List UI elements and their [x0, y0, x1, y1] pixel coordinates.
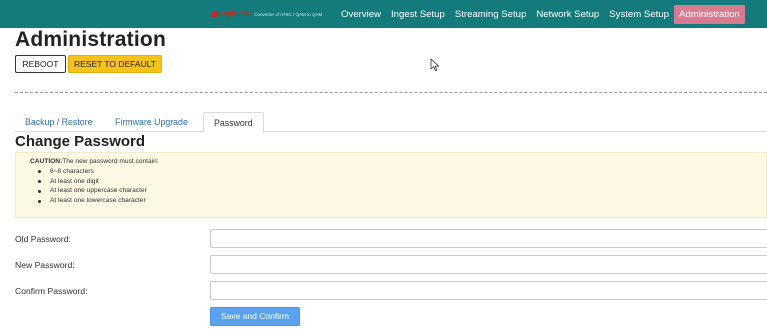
caution-heading: CAUTION:The new password must contain: — [30, 157, 766, 167]
confirm-password-input[interactable] — [210, 281, 767, 300]
caution-box: CAUTION:The new password must contain: 6… — [15, 152, 767, 218]
section-title: Change Password — [15, 133, 146, 150]
tab-password[interactable]: Password — [203, 112, 264, 133]
confirm-password-label: Confirm Password: — [15, 286, 88, 296]
nav-administration[interactable]: Administration — [673, 5, 745, 24]
top-navbar: LogicLink Converter of ATSC / QAM to QAM… — [0, 0, 767, 28]
nav-network-setup[interactable]: Network Setup — [531, 5, 604, 24]
nav-streaming-setup[interactable]: Streaming Setup — [450, 5, 531, 24]
section-divider — [15, 92, 767, 93]
old-password-input[interactable] — [210, 229, 767, 248]
page-title: Administration — [15, 28, 166, 51]
new-password-label: New Password: — [15, 260, 75, 270]
save-and-confirm-button[interactable]: Save and Confirm — [210, 307, 300, 326]
mouse-pointer-icon — [430, 58, 439, 71]
nav-system-setup[interactable]: System Setup — [604, 5, 674, 24]
brand-tagline: Converter of ATSC / QAM to QAM — [254, 12, 323, 17]
new-password-input[interactable] — [210, 255, 767, 274]
brand-logo: LogicLink — [211, 11, 250, 18]
reset-to-default-button[interactable]: RESET TO DEFAULT — [68, 55, 162, 73]
tab-firmware-upgrade[interactable]: Firmware Upgrade — [105, 112, 198, 132]
password-rule: At least one uppercase character — [38, 186, 766, 196]
old-password-label: Old Password: — [15, 234, 71, 244]
admin-tabs: Backup / Restore Firmware Upgrade Passwo… — [15, 112, 767, 133]
nav-overview[interactable]: Overview — [336, 5, 386, 24]
password-rules-list: 6~8 characters At least one digit At lea… — [38, 167, 766, 206]
brand[interactable]: LogicLink Converter of ATSC / QAM to QAM — [211, 10, 323, 19]
caution-label: CAUTION: — [30, 158, 63, 165]
main-nav: Overview Ingest Setup Streaming Setup Ne… — [336, 5, 745, 24]
reboot-button[interactable]: REBOOT — [15, 55, 66, 73]
caution-text: The new password must contain: — [62, 158, 159, 165]
tab-backup-restore[interactable]: Backup / Restore — [15, 112, 102, 132]
password-rule: 6~8 characters — [38, 167, 766, 177]
password-rule: At least one lowercase character — [38, 196, 766, 206]
password-rule: At least one digit — [38, 177, 766, 187]
nav-ingest-setup[interactable]: Ingest Setup — [386, 5, 450, 24]
logo-mark-icon — [211, 11, 219, 18]
